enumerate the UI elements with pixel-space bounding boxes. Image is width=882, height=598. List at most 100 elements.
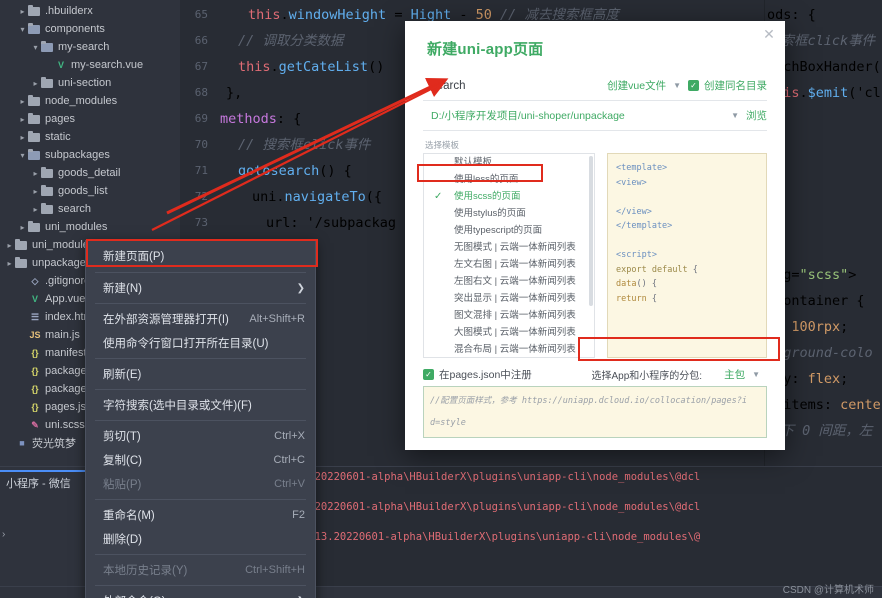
path-chevron-down-icon[interactable]: ▼ bbox=[724, 111, 746, 120]
twisty-icon[interactable]: ▾ bbox=[30, 43, 41, 52]
tree-item-goods_list[interactable]: ▸ goods_list bbox=[0, 182, 180, 200]
browse-button[interactable]: 浏览 bbox=[746, 108, 767, 123]
tree-item-components[interactable]: ▾ components bbox=[0, 20, 180, 38]
template-list-item[interactable]: 使用stylus的页面 bbox=[424, 205, 594, 222]
menu-item-o[interactable]: 外部命令(O)❯ bbox=[86, 589, 315, 598]
preview-code-line: export default { bbox=[616, 264, 698, 275]
menu-item-c[interactable]: 复制(C) Ctrl+C bbox=[86, 448, 315, 472]
twisty-icon[interactable]: ▸ bbox=[17, 133, 28, 142]
tree-item-my-search.vue[interactable]: Vmy-search.vue bbox=[0, 56, 180, 74]
file-context-menu[interactable]: 新建页面(P) 新建(N) ❯ 在外部资源管理器打开(I) Alt+Shift+R 使用命… bbox=[85, 240, 316, 598]
subpackage-chevron-down-icon[interactable]: ▼ bbox=[745, 370, 767, 379]
subpackage-value[interactable]: 主包 bbox=[702, 367, 745, 382]
template-list-item[interactable]: 使用less的页面 bbox=[424, 171, 594, 188]
twisty-icon[interactable]: ▸ bbox=[30, 169, 41, 178]
twisty-icon[interactable]: ▸ bbox=[30, 205, 41, 214]
page-style-code-input[interactable]: //配置页面样式，参考 https://uniapp.dcloud.io/col… bbox=[423, 386, 767, 438]
menu-separator bbox=[95, 358, 306, 359]
console-expand-icon[interactable]: › bbox=[2, 529, 5, 540]
path-row: D:/小程序开发项目/uni-shoper/unpackage ▼ 浏览 bbox=[423, 101, 767, 131]
template-list-item[interactable]: 大图模式 | 云端一体新闻列表 bbox=[424, 324, 594, 341]
twisty-icon[interactable]: ▸ bbox=[4, 259, 15, 268]
template-list-item[interactable]: 图文混排 | 云端一体新闻列表 bbox=[424, 307, 594, 324]
menu-separator bbox=[95, 499, 306, 500]
folder-icon bbox=[28, 94, 41, 107]
filename-input[interactable] bbox=[423, 79, 608, 92]
tree-item-label: components bbox=[45, 23, 105, 35]
line-number: 69 bbox=[194, 112, 208, 125]
git-file-icon: ◇ bbox=[31, 275, 39, 286]
template-list-item[interactable]: 突出显示 | 云端一体新闻列表 bbox=[424, 290, 594, 307]
tree-item-search[interactable]: ▸ search bbox=[0, 200, 180, 218]
tree-item-label: subpackages bbox=[45, 149, 110, 161]
tree-item-label: uni.scss bbox=[45, 419, 85, 431]
template-list-item[interactable]: 无图模式 | 云端一体新闻列表 bbox=[424, 239, 594, 256]
menu-separator bbox=[95, 554, 306, 555]
template-list-item[interactable]: 左图右文 | 云端一体新闻列表 bbox=[424, 273, 594, 290]
subpackage-option[interactable]: 选择App和小程序的分包: 主包 ▼ bbox=[592, 367, 768, 382]
tree-item-goods_detail[interactable]: ▸ goods_detail bbox=[0, 164, 180, 182]
tree-item-subpackages[interactable]: ▾ subpackages bbox=[0, 146, 180, 164]
preview-code-line: </template> bbox=[616, 221, 673, 231]
menu-item-label: 刷新(E) bbox=[103, 369, 142, 381]
file-type-select[interactable]: 创建vue文件 bbox=[607, 78, 666, 93]
register-option[interactable]: ✓ 在pages.json中注册 bbox=[423, 367, 532, 382]
tree-item-pages[interactable]: ▸ pages bbox=[0, 110, 180, 128]
menu-item-f[interactable]: 字符搜索(选中目录或文件)(F) bbox=[86, 393, 315, 417]
menu-item-label: 在外部资源管理器打开(I) bbox=[103, 314, 229, 326]
tree-item-label: my-search.vue bbox=[71, 59, 144, 71]
twisty-icon[interactable]: ▸ bbox=[17, 223, 28, 232]
menu-item-accelerator: Ctrl+X bbox=[274, 430, 305, 442]
twisty-icon[interactable]: ▾ bbox=[17, 151, 28, 160]
menu-item-label: 粘贴(P) bbox=[103, 479, 142, 491]
template-list-item[interactable]: 混合布局 | 云端一体新闻列表 bbox=[424, 341, 594, 357]
new-uniapp-page-dialog[interactable]: ✕ 新建uni-app页面 创建vue文件 ▼ ✓ 创建同名目录 D:/小程序开… bbox=[405, 21, 785, 450]
menu-item-m[interactable]: 重命名(M) F2 bbox=[86, 503, 315, 527]
line-number: 73 bbox=[194, 216, 208, 229]
proj-file-icon: ■ bbox=[19, 438, 25, 448]
twisty-icon[interactable]: ▸ bbox=[4, 241, 15, 250]
template-list[interactable]: 默认模板使用less的页面使用scss的页面使用stylus的页面使用types… bbox=[423, 153, 595, 358]
scss-file-icon: ✎ bbox=[31, 419, 39, 430]
tree-item-label: node_modules bbox=[45, 95, 118, 107]
twisty-icon[interactable]: ▸ bbox=[30, 187, 41, 196]
tree-item-my-search[interactable]: ▾ my-search bbox=[0, 38, 180, 56]
template-list-item[interactable]: 使用typescript的页面 bbox=[424, 222, 594, 239]
style-code-line: //配置页面样式，参考 https://uniapp.dcloud.io/col… bbox=[430, 396, 748, 406]
menu-separator bbox=[95, 303, 306, 304]
tree-item-uni_modules[interactable]: ▸ uni_modules bbox=[0, 218, 180, 236]
twisty-icon[interactable]: ▾ bbox=[17, 25, 28, 34]
line-number: 72 bbox=[194, 190, 208, 203]
tree-item-node_modules[interactable]: ▸ node_modules bbox=[0, 92, 180, 110]
register-label: 在pages.json中注册 bbox=[439, 368, 532, 381]
tree-item-.hbuilderx[interactable]: ▸ .hbuilderx bbox=[0, 2, 180, 20]
tree-item-label: my-search bbox=[58, 41, 110, 53]
tree-item-uni-section[interactable]: ▸ uni-section bbox=[0, 74, 180, 92]
tree-item-label: search bbox=[58, 203, 92, 215]
menu-item-p[interactable]: 新建页面(P) bbox=[86, 243, 315, 269]
twisty-icon[interactable]: ▸ bbox=[17, 97, 28, 106]
twisty-icon[interactable]: ▸ bbox=[30, 79, 41, 88]
preview-code-line: data() { bbox=[616, 279, 657, 289]
twisty-icon[interactable]: ▸ bbox=[17, 7, 28, 16]
menu-item-u[interactable]: 使用命令行窗口打开所在目录(U) bbox=[86, 331, 315, 355]
menu-item-e[interactable]: 刷新(E) bbox=[86, 362, 315, 386]
menu-item-i[interactable]: 在外部资源管理器打开(I) Alt+Shift+R bbox=[86, 307, 315, 331]
template-list-item[interactable]: 默认模板 bbox=[424, 154, 594, 171]
menu-item-t[interactable]: 剪切(T) Ctrl+X bbox=[86, 424, 315, 448]
template-list-item[interactable]: 使用scss的页面 bbox=[424, 188, 594, 205]
close-icon[interactable]: ✕ bbox=[761, 26, 777, 42]
same-dir-checkbox[interactable]: ✓ bbox=[688, 80, 699, 91]
tree-item-static[interactable]: ▸ static bbox=[0, 128, 180, 146]
folder-icon bbox=[15, 256, 28, 269]
chevron-down-icon[interactable]: ▼ bbox=[666, 81, 688, 90]
menu-item-y: 本地历史记录(Y) Ctrl+Shift+H bbox=[86, 558, 315, 582]
template-list-item[interactable]: 左文右图 | 云端一体新闻列表 bbox=[424, 256, 594, 273]
path-value[interactable]: D:/小程序开发项目/uni-shoper/unpackage bbox=[423, 108, 724, 123]
twisty-icon[interactable]: ▸ bbox=[17, 115, 28, 124]
register-checkbox[interactable]: ✓ bbox=[423, 368, 434, 380]
menu-item-n[interactable]: 新建(N) ❯ bbox=[86, 276, 315, 300]
menu-item-d[interactable]: 删除(D) bbox=[86, 527, 315, 551]
preview-code-line bbox=[616, 190, 758, 205]
menu-item-label: 新建(N) bbox=[103, 283, 142, 295]
